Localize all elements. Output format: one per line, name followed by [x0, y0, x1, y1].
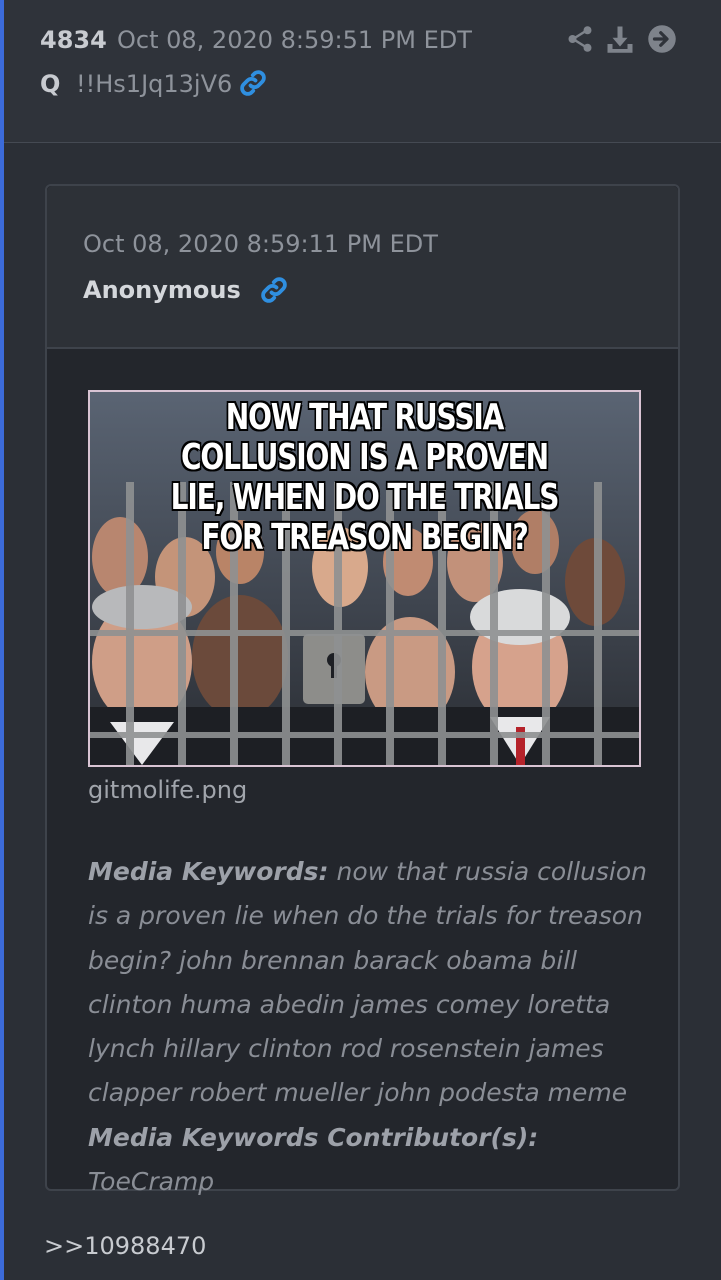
media-keywords: Media Keywords: now that russia collusio…	[88, 850, 648, 1204]
left-accent-bar	[0, 0, 4, 1280]
share-icon[interactable]	[565, 24, 595, 54]
download-icon[interactable]	[605, 24, 635, 54]
quoted-post-date: Oct 08, 2020 8:59:11 PM EDT	[83, 230, 438, 258]
contributor-name: ToeCramp	[88, 1167, 215, 1197]
quoted-post-header: Oct 08, 2020 8:59:11 PM EDT Anonymous	[47, 186, 678, 349]
post-author: Q	[40, 70, 61, 98]
post-tripcode: !!Hs1Jq13jV6	[76, 70, 233, 98]
post-number: 4834	[40, 26, 107, 54]
image-filename[interactable]: gitmolife.png	[88, 776, 247, 804]
contributor-label: Media Keywords Contributor(s):	[88, 1122, 539, 1152]
post-date: Oct 08, 2020 8:59:51 PM EDT	[117, 26, 472, 54]
link-icon[interactable]	[259, 275, 289, 305]
arrow-right-circle-icon[interactable]	[647, 24, 677, 54]
post-page: 4834 Oct 08, 2020 8:59:51 PM EDT Q !!Hs1…	[0, 0, 721, 1280]
media-keywords-label: Media Keywords:	[88, 857, 329, 886]
link-icon[interactable]	[238, 68, 268, 98]
post-header: 4834 Oct 08, 2020 8:59:51 PM EDT Q !!Hs1…	[4, 0, 721, 143]
quoted-post-card: Oct 08, 2020 8:59:11 PM EDT Anonymous NO…	[45, 184, 680, 1196]
meme-image[interactable]: NOW THAT RUSSIA COLLUSION IS A PROVEN LI…	[88, 390, 641, 767]
meme-caption: NOW THAT RUSSIA COLLUSION IS A PROVEN LI…	[170, 397, 560, 558]
reply-reference-link[interactable]: >>10988470	[44, 1232, 206, 1260]
media-keywords-text: now that russia collusion is a proven li…	[88, 857, 647, 1108]
quoted-post-author: Anonymous	[83, 276, 241, 304]
